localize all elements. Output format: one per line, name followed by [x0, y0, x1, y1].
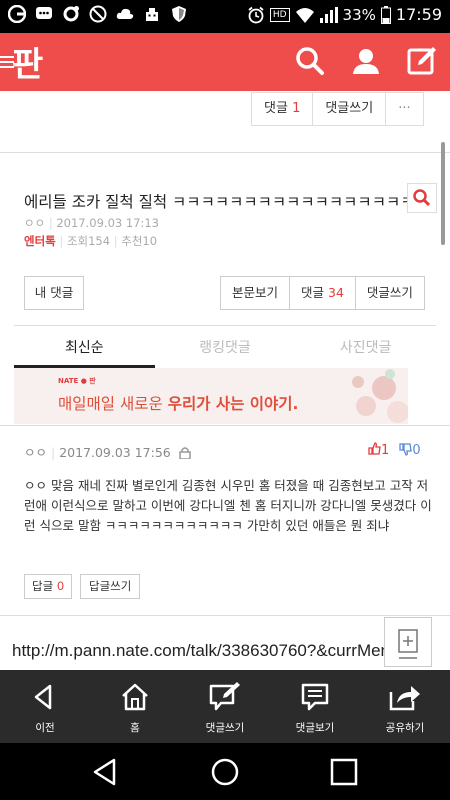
my-comments-button[interactable]: 내 댓글: [24, 276, 84, 310]
comments-count: 34: [328, 285, 344, 300]
thread-category[interactable]: 엔터톡: [24, 234, 56, 248]
back-arrow-icon: [34, 684, 52, 710]
nav-view-comments[interactable]: 댓글보기: [270, 670, 360, 743]
add-button[interactable]: [384, 617, 432, 667]
comment-votes: 1 0: [368, 442, 421, 458]
battery-icon: [380, 5, 391, 24]
ad-banner[interactable]: NATE ● 판 매일매일 새로운 우리가 사는 이야기.: [14, 368, 408, 424]
share-icon: [389, 686, 420, 711]
write-icon[interactable]: [406, 45, 438, 77]
system-recents-icon[interactable]: [329, 757, 359, 787]
thread-meta: ㅇㅇ | 2017.09.03 17:13: [24, 216, 160, 230]
divider: [0, 152, 450, 153]
add-page-icon: [398, 629, 418, 659]
battery-percent: 33%: [342, 5, 376, 24]
search-icon[interactable]: [294, 45, 326, 77]
app-header: 판: [0, 33, 450, 91]
block-icon: [89, 5, 107, 23]
lock-icon: [179, 447, 191, 460]
comments-tab-button[interactable]: 댓글 34: [290, 277, 356, 309]
view-post-button[interactable]: 본문보기: [221, 277, 291, 309]
upvote-button[interactable]: 1: [368, 442, 389, 458]
nav-share[interactable]: 공유하기: [360, 670, 450, 743]
thumbs-up-icon: [368, 442, 381, 455]
thread-views: 조회154: [66, 234, 111, 248]
divider: [14, 325, 436, 326]
nav-write-comment[interactable]: 댓글쓰기: [180, 670, 270, 743]
message-icon: [36, 7, 52, 19]
bottom-nav: 이전 홈 댓글쓰기 댓글보기 공유하기: [0, 670, 450, 743]
comment-date: 2017.09.03 17:56: [59, 445, 171, 460]
signal-icon: [319, 6, 338, 23]
hd-badge: HD: [269, 7, 290, 22]
system-nav-bar: [0, 743, 450, 800]
menu-logo-button[interactable]: 판: [0, 41, 60, 85]
url-text: http://m.pann.nate.com/talk/338630760?&c…: [12, 641, 433, 660]
comments-count: 1: [292, 101, 301, 116]
more-button[interactable]: ···: [386, 93, 422, 125]
pearls-decoration: [352, 369, 408, 423]
nav-home[interactable]: 홈: [90, 670, 180, 743]
app-notification-icon: [8, 5, 26, 23]
search-icon: [413, 189, 431, 207]
view-comments-icon: [301, 683, 329, 711]
system-home-icon[interactable]: [210, 757, 240, 787]
comment-meta: ㅇㅇ | 2017.09.03 17:56: [24, 442, 191, 461]
comment-author: ㅇㅇ: [24, 445, 48, 460]
scrollbar[interactable]: [441, 142, 445, 245]
divider: [0, 425, 450, 426]
thread-date: 2017.09.03 17:13: [56, 216, 160, 230]
shield-icon: [172, 6, 186, 22]
comment-body: ㅇㅇ 맞음 재네 진짜 별로인게 김종현 시우민 홈 터졌을 때 김종현보고 고…: [24, 478, 432, 533]
banner-text: 매일매일 새로운 우리가 사는 이야기.: [58, 395, 299, 413]
post-actions: 본문보기 댓글 34 댓글쓰기: [220, 276, 425, 310]
circle-notification-icon: [63, 6, 79, 22]
downvote-button[interactable]: 0: [399, 443, 421, 458]
tab-ranking[interactable]: 랭킹댓글: [155, 332, 296, 368]
nav-back[interactable]: 이전: [0, 670, 90, 743]
status-bar: HD 33% 17:59: [0, 0, 450, 33]
cloud-icon: [116, 8, 134, 19]
banner-brand: NATE ● 판: [58, 377, 96, 385]
system-back-icon[interactable]: [90, 757, 120, 787]
clock: 17:59: [395, 5, 442, 24]
thumbs-down-icon: [399, 443, 413, 456]
thread-stats: 엔터톡 | 조회154 | 추천10: [24, 234, 158, 248]
write-comment-button[interactable]: 댓글쓰기: [356, 277, 424, 309]
write-comment-icon: [209, 682, 240, 711]
comment-sort-tabs: 최신순 랭킹댓글 사진댓글: [14, 332, 436, 368]
divider: [0, 615, 450, 616]
robot-icon: [146, 8, 158, 21]
thread-likes: 추천10: [121, 234, 158, 248]
comment-toolbar: 댓글 1 댓글쓰기 ···: [251, 92, 424, 126]
search-in-thread-button[interactable]: [407, 183, 437, 213]
thread-title: 에리들 조카 질척 질척 ㅋㅋㅋㅋㅋㅋㅋㅋㅋㅋㅋㅋㅋㅋㅋㅋㅋ: [24, 193, 415, 211]
alarm-icon: [248, 6, 264, 23]
user-icon[interactable]: [350, 45, 382, 77]
reply-button[interactable]: 답글 0: [24, 574, 73, 599]
comments-button[interactable]: 댓글 1: [252, 93, 314, 125]
reply-write-button[interactable]: 답글쓰기: [80, 574, 141, 599]
wifi-icon: [295, 7, 314, 23]
tab-photo[interactable]: 사진댓글: [295, 332, 436, 368]
thread-author: ㅇㅇ: [24, 216, 46, 230]
app-logo: 판: [12, 45, 44, 85]
write-comment-button[interactable]: 댓글쓰기: [313, 93, 387, 125]
tab-latest[interactable]: 최신순: [14, 332, 155, 368]
home-icon: [122, 683, 148, 711]
